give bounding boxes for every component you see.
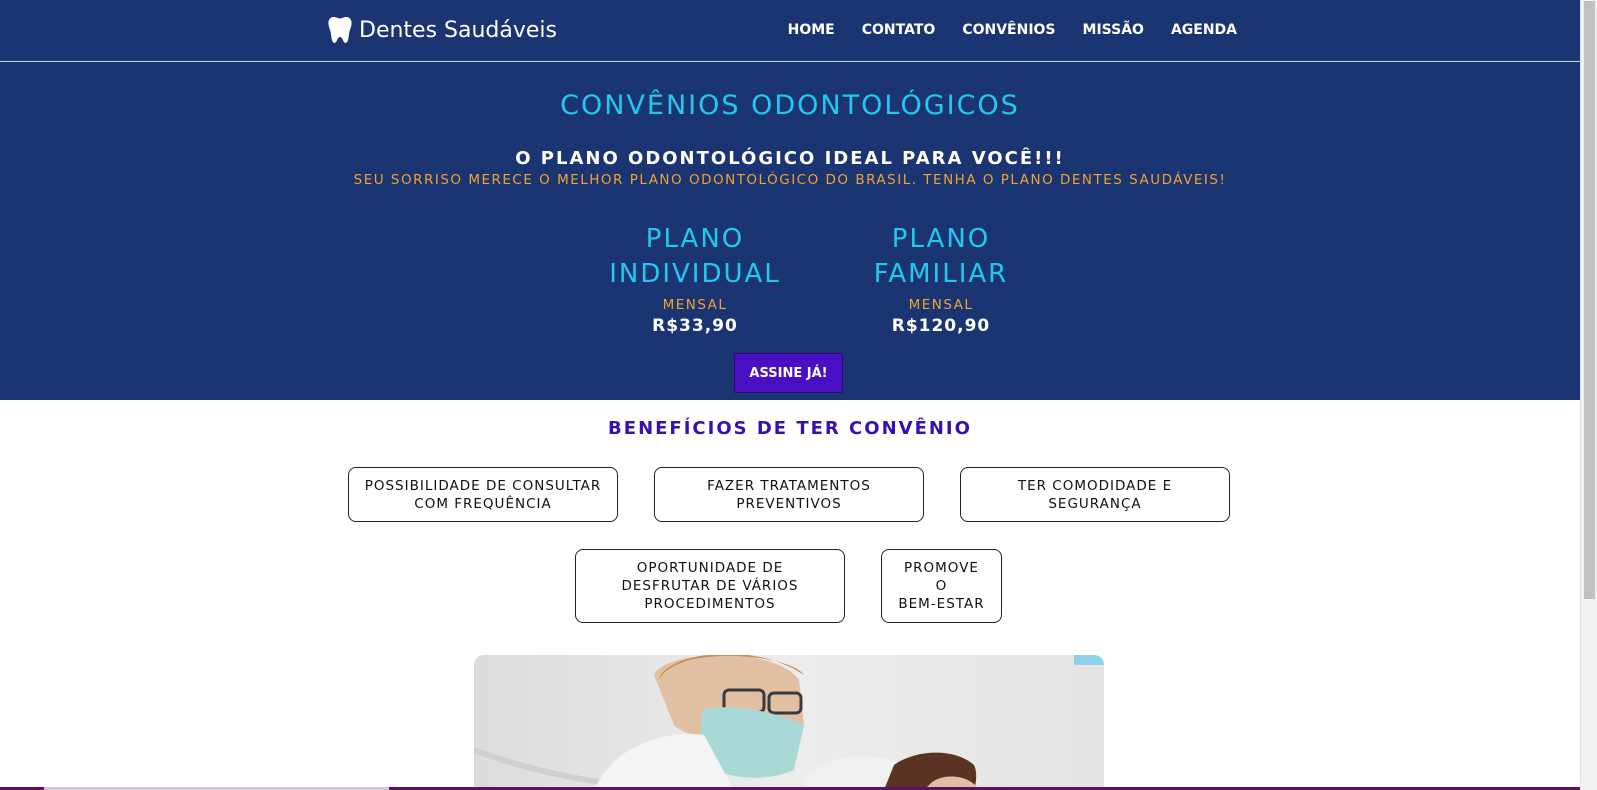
dentist-image [474,655,1104,790]
brand-logo[interactable]: Dentes Saudáveis [328,16,557,44]
hero-section: CONVÊNIOS ODONTOLÓGICOS O PLANO ODONTOLÓ… [0,62,1580,400]
scrollbar-thumb[interactable] [1584,1,1595,599]
benefit-line: TER COMODIDADE E [1017,477,1173,494]
plan-familiar: PLANO FAMILIAR MENSAL R$120,90 [846,222,1036,336]
benefit-card: OPORTUNIDADE DE DESFRUTAR DE VÁRIOS PROC… [575,549,845,623]
plan-name-line: PLANO [891,224,991,254]
benefit-text: OPORTUNIDADE DE DESFRUTAR DE VÁRIOS PROC… [621,559,798,613]
dentist-photo [474,655,1104,790]
brand-name: Dentes Saudáveis [359,17,557,43]
hero-tagline: SEU SORRISO MERECE O MELHOR PLANO ODONTO… [353,172,1227,188]
plan-name: PLANO INDIVIDUAL [600,222,790,292]
plan-individual: PLANO INDIVIDUAL MENSAL R$33,90 [600,222,790,336]
benefit-line: PROCEDIMENTOS [644,596,776,612]
benefit-line: DESFRUTAR DE VÁRIOS [621,578,799,594]
benefit-text: TER COMODIDADE E SEGURANÇA [1018,477,1172,513]
benefit-line: COM FREQUÊNCIA [414,495,552,512]
plan-price: R$33,90 [652,316,738,336]
benefit-text: POSSIBILIDADE DE CONSULTAR COM FREQUÊNCI… [365,477,602,513]
plan-name-line: FAMILIAR [873,259,1009,289]
plan-name-line: PLANO [645,224,745,254]
benefit-line: FAZER TRATAMENTOS [707,477,871,494]
benefits-title: BENEFÍCIOS DE TER CONVÊNIO [608,418,972,439]
nav-convenios[interactable]: CONVÊNIOS [962,22,1055,38]
plan-period: MENSAL [908,297,974,313]
benefit-line: OPORTUNIDADE DE [636,560,784,576]
benefit-card: TER COMODIDADE E SEGURANÇA [960,467,1230,522]
benefit-line: O [935,578,948,594]
benefit-text: FAZER TRATAMENTOS PREVENTIVOS [707,477,871,513]
subscribe-button[interactable]: ASSINE JÁ! [734,353,843,393]
vertical-scrollbar[interactable] [1580,0,1597,790]
benefit-line: PROMOVE [904,560,979,576]
plan-period: MENSAL [662,297,728,313]
navbar: Dentes Saudáveis HOME CONTATO CONVÊNIOS … [0,0,1580,62]
page-title: CONVÊNIOS ODONTOLÓGICOS [560,90,1020,121]
nav-agenda[interactable]: AGENDA [1171,22,1237,38]
main-nav: HOME CONTATO CONVÊNIOS MISSÃO AGENDA [788,22,1237,38]
benefit-line: PREVENTIVOS [736,495,842,512]
tooth-icon [328,17,352,43]
plan-name: PLANO FAMILIAR [846,222,1036,292]
benefit-line: BEM-ESTAR [898,596,985,612]
benefit-card: FAZER TRATAMENTOS PREVENTIVOS [654,467,924,522]
hero-subtitle: O PLANO ODONTOLÓGICO IDEAL PARA VOCÊ!!! [515,148,1065,169]
nav-home[interactable]: HOME [788,22,835,38]
benefit-card: POSSIBILIDADE DE CONSULTAR COM FREQUÊNCI… [348,467,618,522]
nav-contato[interactable]: CONTATO [862,22,936,38]
benefit-line: POSSIBILIDADE DE CONSULTAR [364,477,602,494]
benefit-line: SEGURANÇA [1048,495,1142,512]
plan-price: R$120,90 [891,316,991,336]
benefit-card: PROMOVE O BEM-ESTAR [881,549,1002,623]
plan-name-line: INDIVIDUAL [609,259,781,289]
benefit-text: PROMOVE O BEM-ESTAR [898,559,984,613]
nav-missao[interactable]: MISSÃO [1083,22,1144,38]
